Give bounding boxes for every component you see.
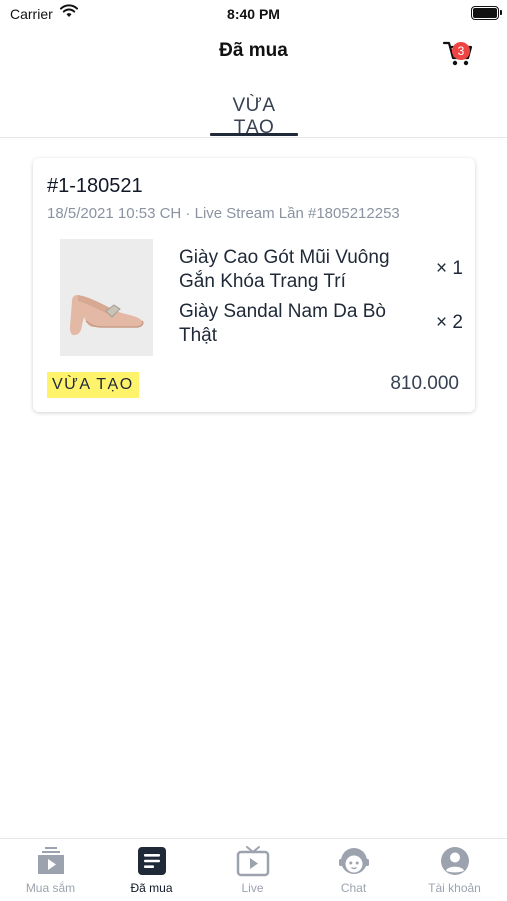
order-items-list: Giày Cao Gót Mũi Vuông Gắn Khóa Trang Tr… <box>179 246 463 354</box>
chat-face-icon <box>339 848 369 874</box>
tabbar-item-tai-khoan[interactable]: Tài khoản <box>404 839 505 901</box>
tabbar-label: Tài khoản <box>428 881 481 895</box>
status-bar: Carrier 8:40 PM <box>0 0 507 28</box>
tabbar-item-chat[interactable]: Chat <box>303 839 404 901</box>
tv-play-icon <box>236 846 270 877</box>
tabbar-label: Mua sắm <box>25 881 76 895</box>
clock: 8:40 PM <box>227 6 280 22</box>
document-list-icon <box>138 847 166 875</box>
status-badge: VỪA TẠO <box>47 372 139 398</box>
tabbar-item-mua-sam[interactable]: Mua sắm <box>0 839 101 901</box>
tabbar-item-da-mua[interactable]: Đã mua <box>101 839 202 901</box>
tab-divider <box>0 137 507 138</box>
shoe-image <box>70 295 144 335</box>
page-title: Đã mua <box>219 40 288 61</box>
cart-count-badge: 3 <box>452 42 470 60</box>
item-name: Giày Cao Gót Mũi Vuông Gắn Khóa Trang Tr… <box>179 247 390 292</box>
order-id: #1-180521 <box>47 175 143 197</box>
list-item: Giày Cao Gót Mũi Vuông Gắn Khóa Trang Tr… <box>179 246 463 294</box>
tabbar-label: Đã mua <box>130 881 173 895</box>
item-name: Giày Sandal Nam Da Bò Thật <box>179 301 386 346</box>
list-item: Giày Sandal Nam Da Bò Thật × 2 <box>179 300 463 348</box>
tabbar-item-live[interactable]: Live <box>202 839 303 901</box>
shopping-video-icon <box>38 847 64 874</box>
tabbar-label: Live <box>241 881 264 895</box>
active-tab-indicator <box>210 133 298 136</box>
item-quantity: × 2 <box>436 312 463 333</box>
battery-icon <box>471 6 502 20</box>
item-quantity: × 1 <box>436 258 463 279</box>
order-meta: 18/5/2021 10:53 CH · Live Stream Lần #18… <box>47 205 400 222</box>
user-icon <box>441 847 469 875</box>
tabbar-label: Chat <box>340 881 367 895</box>
order-total: 810.000 <box>390 373 459 394</box>
product-thumbnail <box>60 239 153 356</box>
order-card[interactable]: #1-180521 18/5/2021 10:53 CH · Live Stre… <box>33 158 475 412</box>
bottom-tab-bar: Mua sắm Đã mua Live Chat Tài khoản <box>0 838 507 901</box>
